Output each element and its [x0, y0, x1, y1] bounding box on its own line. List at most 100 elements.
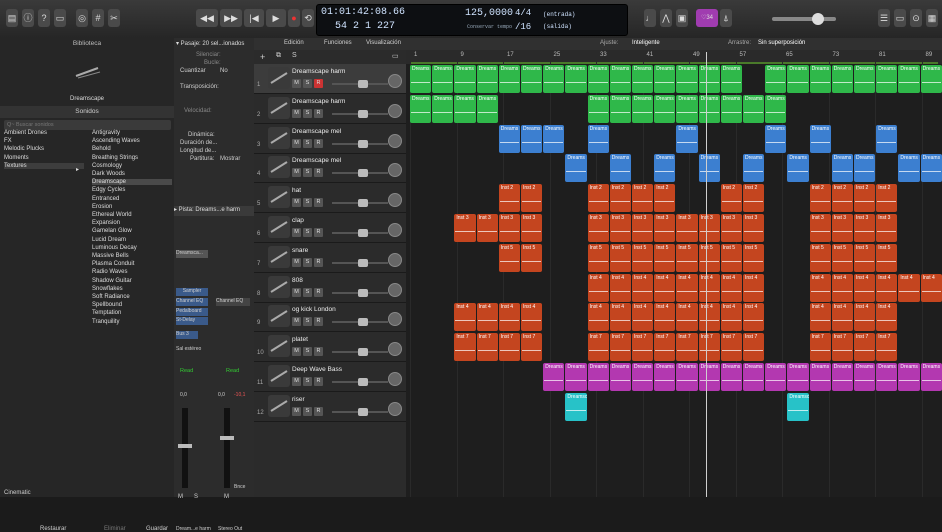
- category-item[interactable]: Moments: [4, 155, 29, 161]
- mute-button[interactable]: M: [292, 257, 301, 267]
- track-header-row[interactable]: 10 platet M S R: [254, 332, 406, 363]
- region[interactable]: Inst 2: [743, 184, 765, 213]
- record-button[interactable]: R: [314, 317, 323, 327]
- region[interactable]: Inst 4: [920, 273, 942, 302]
- tuning-fork-icon[interactable]: ⍋: [720, 9, 732, 27]
- region[interactable]: Inst 5: [498, 243, 520, 272]
- sound-item[interactable]: Ethereal World: [92, 212, 132, 218]
- category-item[interactable]: Melodic Plucks: [4, 146, 44, 152]
- record-button[interactable]: R: [314, 228, 323, 237]
- region[interactable]: Inst 4: [743, 273, 765, 302]
- region[interactable]: Inst 7: [809, 333, 831, 362]
- region[interactable]: Dreams: [454, 94, 476, 123]
- solo-button[interactable]: S: [303, 108, 312, 118]
- region[interactable]: Dreams: [521, 124, 543, 153]
- record-button[interactable]: R: [314, 108, 323, 118]
- region[interactable]: Inst 4: [876, 273, 898, 302]
- region[interactable]: Inst 2: [809, 184, 831, 213]
- region[interactable]: Inst 5: [809, 243, 831, 272]
- region[interactable]: Inst 3: [521, 214, 543, 242]
- region[interactable]: Inst 3: [609, 214, 631, 242]
- smart-controls-icon[interactable]: ◎: [76, 9, 88, 27]
- pan-knob[interactable]: [388, 312, 402, 327]
- instrument-icon[interactable]: [268, 67, 290, 89]
- solo-button[interactable]: S: [194, 494, 198, 500]
- region[interactable]: Dreams: [765, 124, 787, 153]
- pan-knob[interactable]: [388, 103, 402, 118]
- fader-left[interactable]: [178, 444, 192, 448]
- automation-read-right[interactable]: Read: [226, 368, 239, 374]
- region[interactable]: Inst 4: [498, 303, 520, 332]
- instrument-icon[interactable]: [268, 245, 290, 268]
- region[interactable]: Dreams: [587, 124, 609, 153]
- region[interactable]: Dreamsca: [787, 392, 809, 421]
- region[interactable]: Dreams: [476, 94, 498, 123]
- region[interactable]: Inst 4: [609, 273, 631, 302]
- region[interactable]: Inst 4: [521, 303, 543, 332]
- region[interactable]: Inst 2: [632, 184, 654, 213]
- drag-value[interactable]: Sin superposición: [758, 40, 805, 46]
- region[interactable]: Inst 4: [632, 273, 654, 302]
- region[interactable]: Dreams: [831, 154, 853, 183]
- region[interactable]: Inst 5: [854, 243, 876, 272]
- instrument-icon[interactable]: [268, 216, 290, 238]
- volume-knob[interactable]: [358, 258, 368, 267]
- browser-icon[interactable]: ▦: [926, 9, 938, 27]
- track-name[interactable]: Dreamscape mel: [292, 128, 341, 135]
- region[interactable]: Inst 3: [720, 214, 742, 242]
- region[interactable]: Inst 2: [521, 184, 543, 213]
- sounds-tab[interactable]: Sonidos: [0, 106, 174, 118]
- track-name[interactable]: platet: [292, 336, 308, 343]
- region[interactable]: Dreams: [787, 154, 809, 183]
- solo-button[interactable]: S: [303, 287, 312, 297]
- region[interactable]: Inst 4: [809, 303, 831, 332]
- track-header-row[interactable]: 12 riser M S R: [254, 392, 406, 422]
- region[interactable]: Dreams: [587, 65, 609, 93]
- category-item[interactable]: Ambient Drones: [4, 130, 47, 136]
- solo-button[interactable]: S: [303, 79, 312, 88]
- output-slot[interactable]: Sal estéreo: [176, 346, 201, 352]
- region[interactable]: Dreams: [743, 94, 765, 123]
- instrument-icon[interactable]: [268, 335, 290, 358]
- sound-item[interactable]: Dreamscape: [92, 179, 172, 186]
- mute-button[interactable]: M: [292, 108, 301, 118]
- instrument-icon[interactable]: [268, 394, 290, 417]
- region[interactable]: Inst 4: [609, 303, 631, 332]
- region[interactable]: Inst 4: [720, 303, 742, 332]
- region[interactable]: Dreams: [854, 363, 876, 391]
- region[interactable]: Dreams: [609, 65, 631, 93]
- sound-item[interactable]: Lucid Dream: [92, 237, 126, 243]
- track-header-row[interactable]: 8 808 M S R: [254, 273, 406, 303]
- region[interactable]: Inst 7: [632, 333, 654, 362]
- pan-knob[interactable]: [388, 133, 402, 148]
- track-name[interactable]: og kick London: [292, 306, 336, 313]
- region[interactable]: Dreams: [787, 363, 809, 391]
- region[interactable]: Dreams: [654, 65, 676, 93]
- region[interactable]: Dreams: [676, 363, 698, 391]
- eq-slot-right[interactable]: Channel EQ: [216, 298, 250, 306]
- search-sounds-input[interactable]: Q~ Buscar sonidos: [4, 120, 171, 130]
- sound-item[interactable]: Spellbound: [92, 302, 122, 308]
- fx-slot-1[interactable]: Pedalboard: [176, 308, 208, 316]
- mute-button[interactable]: M: [292, 317, 301, 327]
- volume-knob[interactable]: [358, 378, 368, 386]
- region[interactable]: Inst 7: [587, 333, 609, 362]
- track-name[interactable]: Dreamscape mel: [292, 157, 341, 164]
- region[interactable]: Inst 3: [743, 214, 765, 242]
- rewind-icon[interactable]: ◀◀: [196, 9, 218, 27]
- region[interactable]: Inst 5: [720, 243, 742, 272]
- region[interactable]: Dreams: [498, 124, 520, 153]
- region[interactable]: Dreams: [809, 363, 831, 391]
- region[interactable]: Inst 4: [854, 273, 876, 302]
- region[interactable]: Inst 7: [654, 333, 676, 362]
- solo-button[interactable]: S: [303, 347, 312, 357]
- region[interactable]: Inst 3: [587, 214, 609, 242]
- volume-knob[interactable]: [358, 348, 368, 357]
- region[interactable]: Dreams: [698, 154, 720, 183]
- track-name[interactable]: snare: [292, 247, 308, 254]
- region[interactable]: Dreams: [698, 363, 720, 391]
- duplicate-icon[interactable]: ⧉: [276, 52, 281, 60]
- record-button[interactable]: R: [314, 198, 323, 208]
- region[interactable]: Inst 7: [854, 333, 876, 362]
- record-button[interactable]: R: [314, 406, 323, 416]
